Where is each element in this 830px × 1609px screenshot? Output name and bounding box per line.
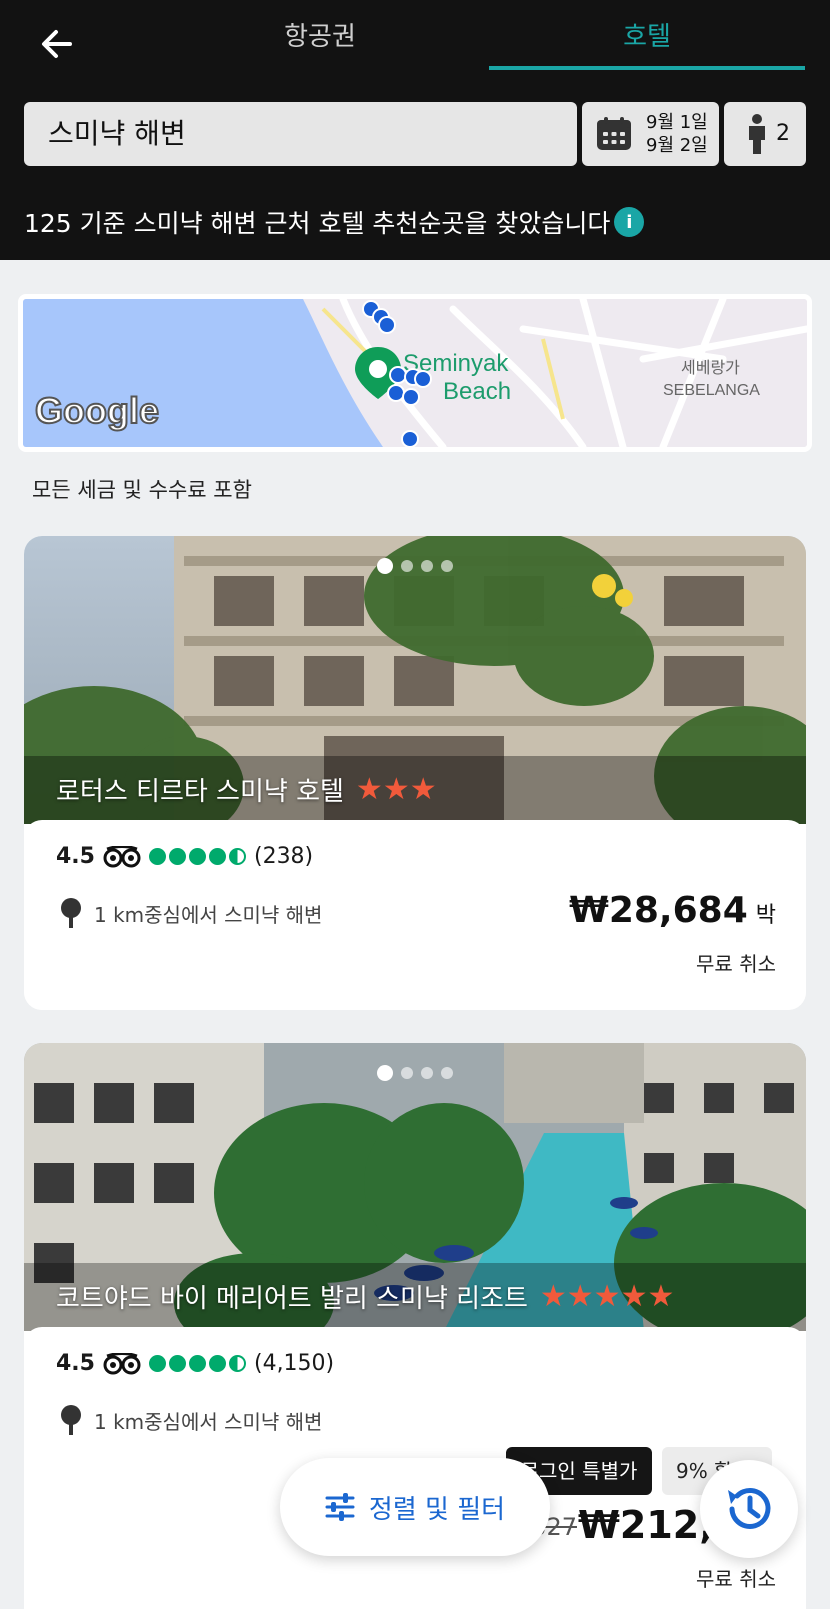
hotel-name-row-2: 코트야드 바이 메리어트 발리 스미냑 리조트 ★★★★★ [56,1278,674,1315]
map-label-area-ko: 세베랑가 [681,359,740,377]
results-summary: 125 기준 스미냑 해변 근처 호텔 추천순곳을 찾았습니다 i [24,204,645,240]
checkin-date: 9월 1일 [646,112,708,133]
price-value: ₩28,684 [569,890,748,931]
pin-icon [61,1405,81,1435]
hotel-details-1: 4.5 (238) 1 km중심에서 스미냑 해변 ₩28,684 박 무료 취소 [24,820,806,1010]
map-preview[interactable]: Seminyak Beach 세베랑가 SEBELANGA Google [18,294,812,452]
taxes-note: 모든 세금 및 수수료 포함 [32,478,252,502]
map-label-beach-2: Beach [443,378,511,405]
results-summary-text: 125 기준 스미냑 해변 근처 호텔 추천순곳을 찾았습니다 [24,209,611,238]
hotel-name: 로터스 티르타 스미냑 호텔 [56,777,344,807]
price-1: ₩28,684 박 [569,890,776,931]
sort-filter-button[interactable]: 정렬 및 필터 [280,1458,550,1556]
calendar-icon [597,117,631,150]
tab-hotels[interactable]: 호텔 [489,16,805,70]
map-canvas: Seminyak Beach 세베랑가 SEBELANGA Google [23,299,807,447]
hotel-photo-1[interactable]: 로터스 티르타 스미냑 호텔 ★★★ [24,536,806,824]
person-icon [749,114,765,154]
star-rating-icons: ★★★ [355,772,437,807]
info-icon[interactable]: i [614,207,645,237]
free-cancel-1: 무료 취소 [696,952,776,976]
distance-info-2: 1 km중심에서 스미냑 해변 [60,1405,322,1435]
map-label-area-en: SEBELANGA [663,382,760,399]
arrow-left-icon [42,30,72,58]
distance-info-1: 1 km중심에서 스미냑 해변 [60,898,322,928]
free-cancel-2: 무료 취소 [696,1567,776,1591]
back-button[interactable] [36,22,80,66]
tripadvisor-owl-icon [103,845,141,867]
rating-bubbles [148,1355,246,1372]
checkout-date: 9월 2일 [646,135,708,156]
review-count: (238) [253,844,314,869]
tripadvisor-owl-icon [103,1352,141,1374]
guest-count: 2 [776,121,790,146]
location-field[interactable]: 스미냑 해변 [24,102,577,166]
hotel-name-row-1: 로터스 티르타 스미냑 호텔 ★★★ [56,771,437,808]
hotel-photo-2[interactable]: 코트야드 바이 메리어트 발리 스미냑 리조트 ★★★★★ [24,1043,806,1331]
google-logo: Google [35,390,159,431]
rating-score: 4.5 [56,844,95,869]
distance-text: 1 km중심에서 스미냑 해변 [94,1409,323,1434]
price-unit: 박 [755,903,776,928]
hotel-card-1[interactable]: 로터스 티르타 스미냑 호텔 ★★★ 4.5 (238) 1 km중심에서 스미… [24,536,806,1010]
review-count: (4,150) [253,1351,335,1376]
tripadvisor-rating-2: 4.5 (4,150) [56,1351,334,1376]
hotel-name: 코트야드 바이 메리어트 발리 스미냑 리조트 [56,1284,528,1314]
tab-flights[interactable]: 항공권 [160,16,480,70]
sliders-icon [325,1493,355,1521]
top-header: 항공권 호텔 스미냑 해변 9월 1일 9월 2일 2 125 기준 스미냑 해… [0,0,830,260]
pin-icon [61,898,81,928]
history-button[interactable] [700,1460,798,1558]
rating-score: 4.5 [56,1351,95,1376]
guest-selector[interactable]: 2 [724,102,806,166]
history-icon [728,1487,771,1529]
search-row: 스미냑 해변 9월 1일 9월 2일 2 [24,102,806,166]
photo-pager-1 [24,558,806,574]
tripadvisor-rating-1: 4.5 (238) [56,844,313,869]
date-selector[interactable]: 9월 1일 9월 2일 [582,102,719,166]
distance-text: 1 km중심에서 스미냑 해변 [94,902,323,927]
star-rating-icons: ★★★★★ [539,1279,675,1314]
sort-filter-label: 정렬 및 필터 [368,1494,506,1525]
rating-bubbles [148,848,246,865]
photo-pager-2 [24,1065,806,1081]
